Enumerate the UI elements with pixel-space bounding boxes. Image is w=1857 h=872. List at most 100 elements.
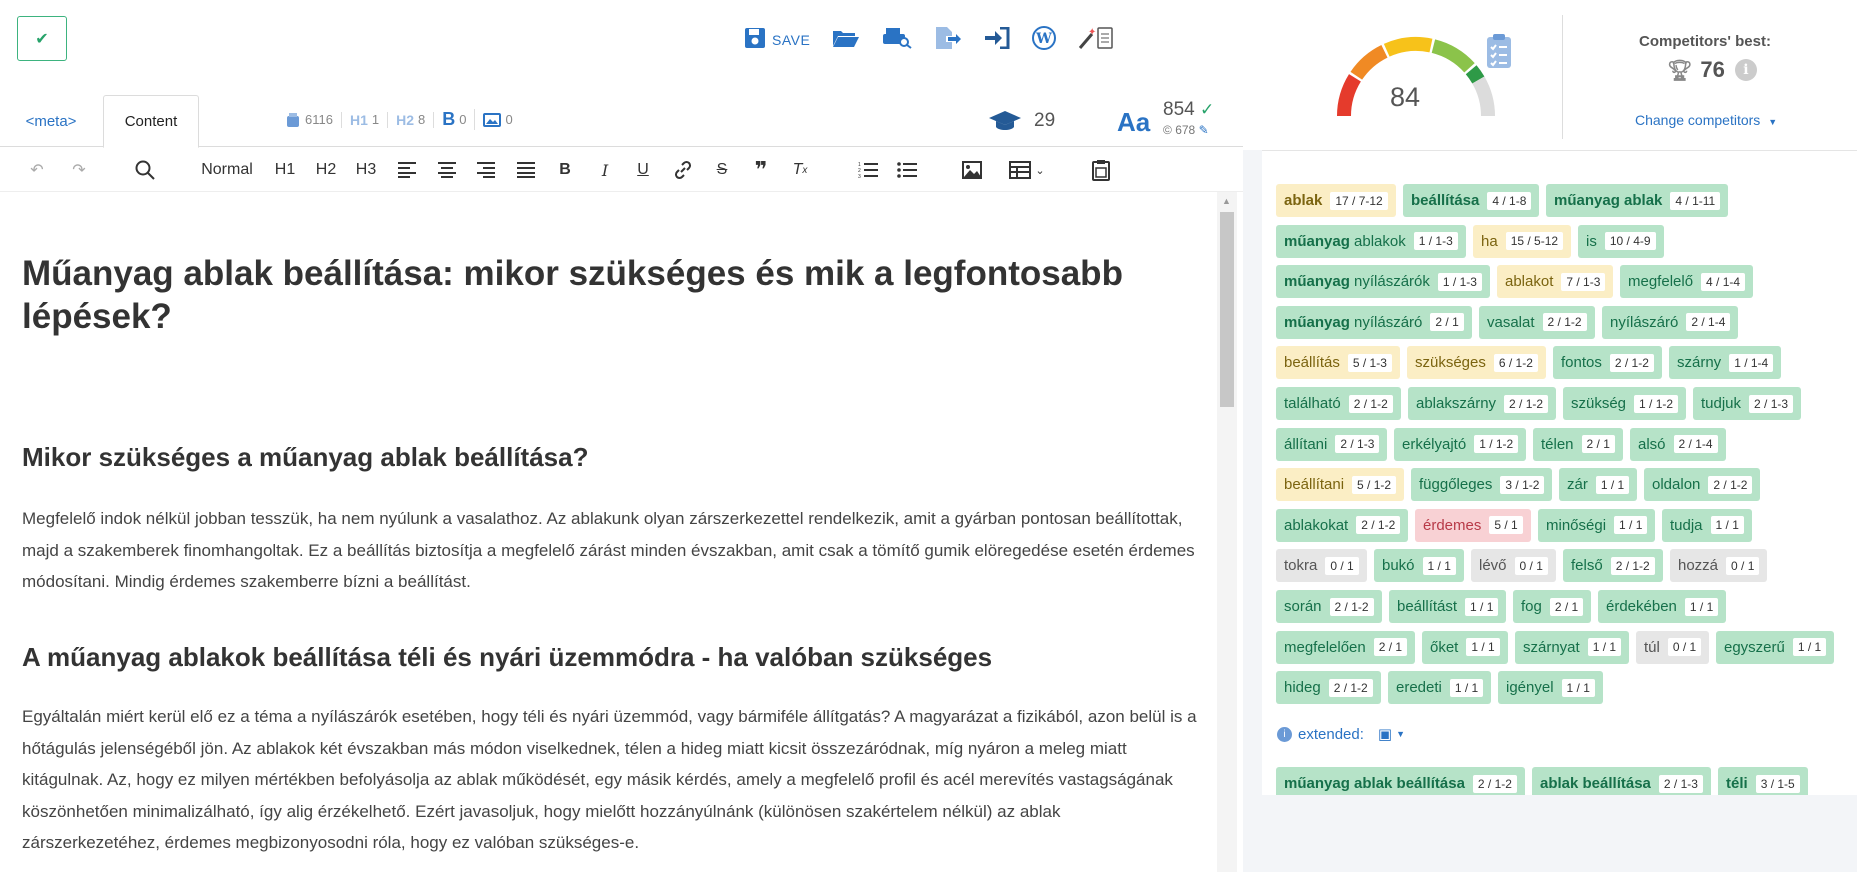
keyword-chip[interactable]: beállítani 5 / 1-2 (1276, 468, 1405, 502)
keyword-chip[interactable]: tokra 0 / 1 (1276, 549, 1367, 583)
keyword-chip[interactable]: ablak 17 / 7-12 (1276, 184, 1396, 217)
keyword-chip[interactable]: állítani 2 / 1-3 (1276, 427, 1388, 461)
keyword-chip[interactable]: zár 1 / 1 (1559, 468, 1638, 502)
keyword-chip[interactable]: minőségi 1 / 1 (1538, 508, 1656, 542)
keyword-chip[interactable]: hozzá 0 / 1 (1670, 549, 1768, 583)
h2-button[interactable]: H2 (311, 148, 341, 192)
align-center-icon[interactable] (434, 148, 460, 192)
table-icon[interactable]: ⌄ (1005, 148, 1049, 192)
extended-keyword-chip[interactable]: téli 3 / 1-5 (1718, 767, 1808, 795)
keyword-chip[interactable]: érdemes 5 / 1 (1415, 508, 1531, 542)
align-justify-icon[interactable] (513, 148, 539, 192)
keyword-chip[interactable]: oldalon 2 / 1-2 (1644, 468, 1761, 502)
keyword-chip[interactable]: függőleges 3 / 1-2 (1411, 468, 1553, 502)
keyword-chip[interactable]: található 2 / 1-2 (1276, 387, 1401, 420)
keyword-chip[interactable]: ablakszárny 2 / 1-2 (1408, 387, 1557, 420)
keyword-chip[interactable]: műanyag nyílászárók 1 / 1-3 (1276, 265, 1490, 299)
confirm-button[interactable]: ✔ (17, 16, 67, 61)
save-button[interactable]: SAVE (744, 24, 810, 52)
search-icon[interactable] (130, 148, 160, 192)
bullet-list-icon[interactable] (894, 148, 920, 192)
editor-scrollbar[interactable]: ▲ (1217, 192, 1237, 872)
heading-1[interactable]: Mikor szükséges a műanyag ablak beállítá… (22, 442, 1202, 473)
keyword-chip[interactable]: megfelelő 4 / 1-4 (1620, 265, 1754, 299)
ai-rewrite-button[interactable]: ✦ (1078, 24, 1114, 52)
keyword-chip[interactable]: egyszerű 1 / 1 (1716, 630, 1835, 664)
keyword-chip[interactable]: télen 2 / 1 (1533, 427, 1623, 461)
keyword-chip[interactable]: eredeti 1 / 1 (1388, 671, 1492, 705)
keyword-chip[interactable]: tudjuk 2 / 1-3 (1693, 387, 1802, 420)
extended-toggle[interactable]: i extended: ▣ ▼ (1277, 725, 1405, 743)
keyword-chip[interactable]: fontos 2 / 1-2 (1553, 346, 1662, 380)
keyword-chip[interactable]: őket 1 / 1 (1422, 630, 1508, 664)
keyword-chip[interactable]: ablakokat 2 / 1-2 (1276, 508, 1409, 542)
keyword-chip[interactable]: során 2 / 1-2 (1276, 590, 1382, 623)
keyword-chip[interactable]: vasalat 2 / 1-2 (1479, 305, 1595, 339)
bold-format-icon[interactable]: B (553, 148, 577, 192)
wordpress-button[interactable]: W (1032, 24, 1057, 52)
insert-image-icon[interactable] (959, 148, 985, 192)
open-button[interactable] (832, 24, 860, 52)
keyword-chip[interactable]: túl 0 / 1 (1636, 630, 1710, 664)
preview-button[interactable] (882, 24, 912, 52)
scroll-thumb[interactable] (1220, 212, 1234, 407)
scroll-up-icon[interactable]: ▲ (1222, 196, 1231, 206)
paragraph-2[interactable]: Egyáltalán miért kerül elő ez a téma a n… (22, 701, 1202, 859)
keyword-chip[interactable]: érdekében 1 / 1 (1598, 590, 1727, 623)
keyword-chip[interactable]: ha 15 / 5-12 (1473, 224, 1572, 258)
style-normal-button[interactable]: Normal (196, 148, 258, 192)
keyword-chip[interactable]: lévő 0 / 1 (1471, 549, 1556, 583)
tab-content[interactable]: Content (103, 95, 199, 148)
keyword-chip[interactable]: alsó 2 / 1-4 (1630, 427, 1726, 461)
document-title[interactable]: Műanyag ablak beállítása: mikor szüksége… (22, 252, 1202, 338)
keyword-chip[interactable]: is 10 / 4-9 (1578, 224, 1664, 258)
readability[interactable]: 29 (988, 109, 1055, 133)
heading-2[interactable]: A műanyag ablakok beállítása téli és nyá… (22, 642, 1202, 673)
keyword-chip[interactable]: szükséges 6 / 1-2 (1407, 346, 1546, 380)
change-competitors-link[interactable]: Change competitors ▼ (1635, 112, 1777, 128)
import-button[interactable] (984, 24, 1010, 52)
h3-button[interactable]: H3 (351, 148, 381, 192)
strikethrough-icon[interactable]: S (710, 148, 734, 192)
keyword-chip[interactable]: fog 2 / 1 (1513, 590, 1592, 623)
keyword-chip[interactable]: műanyag ablakok 1 / 1-3 (1276, 224, 1466, 258)
extended-keyword-chip[interactable]: műanyag ablak beállítása 2 / 1-2 (1276, 767, 1525, 795)
clipboard-check-icon[interactable] (1486, 33, 1512, 69)
keyword-chip[interactable]: szárnyat 1 / 1 (1515, 630, 1630, 664)
keyword-chip[interactable]: műanyag nyílászáró 2 / 1 (1276, 305, 1472, 339)
copy-icon[interactable]: ▣ (1378, 725, 1392, 743)
keyword-chip[interactable]: beállítást 1 / 1 (1389, 590, 1507, 623)
h1-button[interactable]: H1 (270, 148, 300, 192)
edit-icon[interactable]: ✎ (1199, 123, 1209, 137)
italic-icon[interactable]: I (593, 148, 617, 192)
keyword-chip[interactable]: igényel 1 / 1 (1498, 671, 1603, 705)
keyword-chip[interactable]: beállítás 5 / 1-3 (1276, 346, 1400, 380)
keyword-chip[interactable]: hideg 2 / 1-2 (1276, 671, 1381, 705)
keyword-chip[interactable]: ablakot 7 / 1-3 (1497, 265, 1614, 299)
keyword-chip[interactable]: megfelelően 2 / 1 (1276, 630, 1416, 664)
redo-icon[interactable]: ↷ (64, 148, 94, 192)
link-icon[interactable] (670, 148, 696, 192)
extended-keyword-chip[interactable]: ablak beállítása 2 / 1-3 (1532, 767, 1711, 795)
align-left-icon[interactable] (394, 148, 420, 192)
quote-icon[interactable]: ❞ (749, 148, 773, 192)
ordered-list-icon[interactable]: 123 (855, 148, 881, 192)
align-right-icon[interactable] (473, 148, 499, 192)
tab-meta[interactable]: <meta> (10, 95, 92, 147)
keyword-chip[interactable]: tudja 1 / 1 (1662, 508, 1752, 542)
undo-icon[interactable]: ↶ (22, 148, 52, 192)
keyword-chip[interactable]: szárny 1 / 1-4 (1669, 346, 1782, 380)
keyword-chip[interactable]: erkélyajtó 1 / 1-2 (1394, 427, 1527, 461)
document-body[interactable]: Műanyag ablak beállítása: mikor szüksége… (0, 192, 1215, 872)
keyword-chip[interactable]: nyílászáró 2 / 1-4 (1602, 305, 1739, 339)
keyword-chip[interactable]: bukó 1 / 1 (1374, 549, 1464, 583)
keyword-chip[interactable]: műanyag ablak 4 / 1-11 (1546, 184, 1729, 217)
paste-icon[interactable] (1088, 148, 1114, 192)
underline-icon[interactable]: U (631, 148, 655, 192)
info-icon[interactable]: i (1734, 59, 1757, 81)
keyword-chip[interactable]: szükség 1 / 1-2 (1563, 387, 1687, 420)
paragraph-1[interactable]: Megfelelő indok nélkül jobban tesszük, h… (22, 503, 1202, 598)
clear-format-icon[interactable]: Tx (788, 148, 812, 192)
font-aa-icon[interactable]: Aa (1117, 107, 1150, 138)
keyword-chip[interactable]: felső 2 / 1-2 (1563, 549, 1663, 583)
